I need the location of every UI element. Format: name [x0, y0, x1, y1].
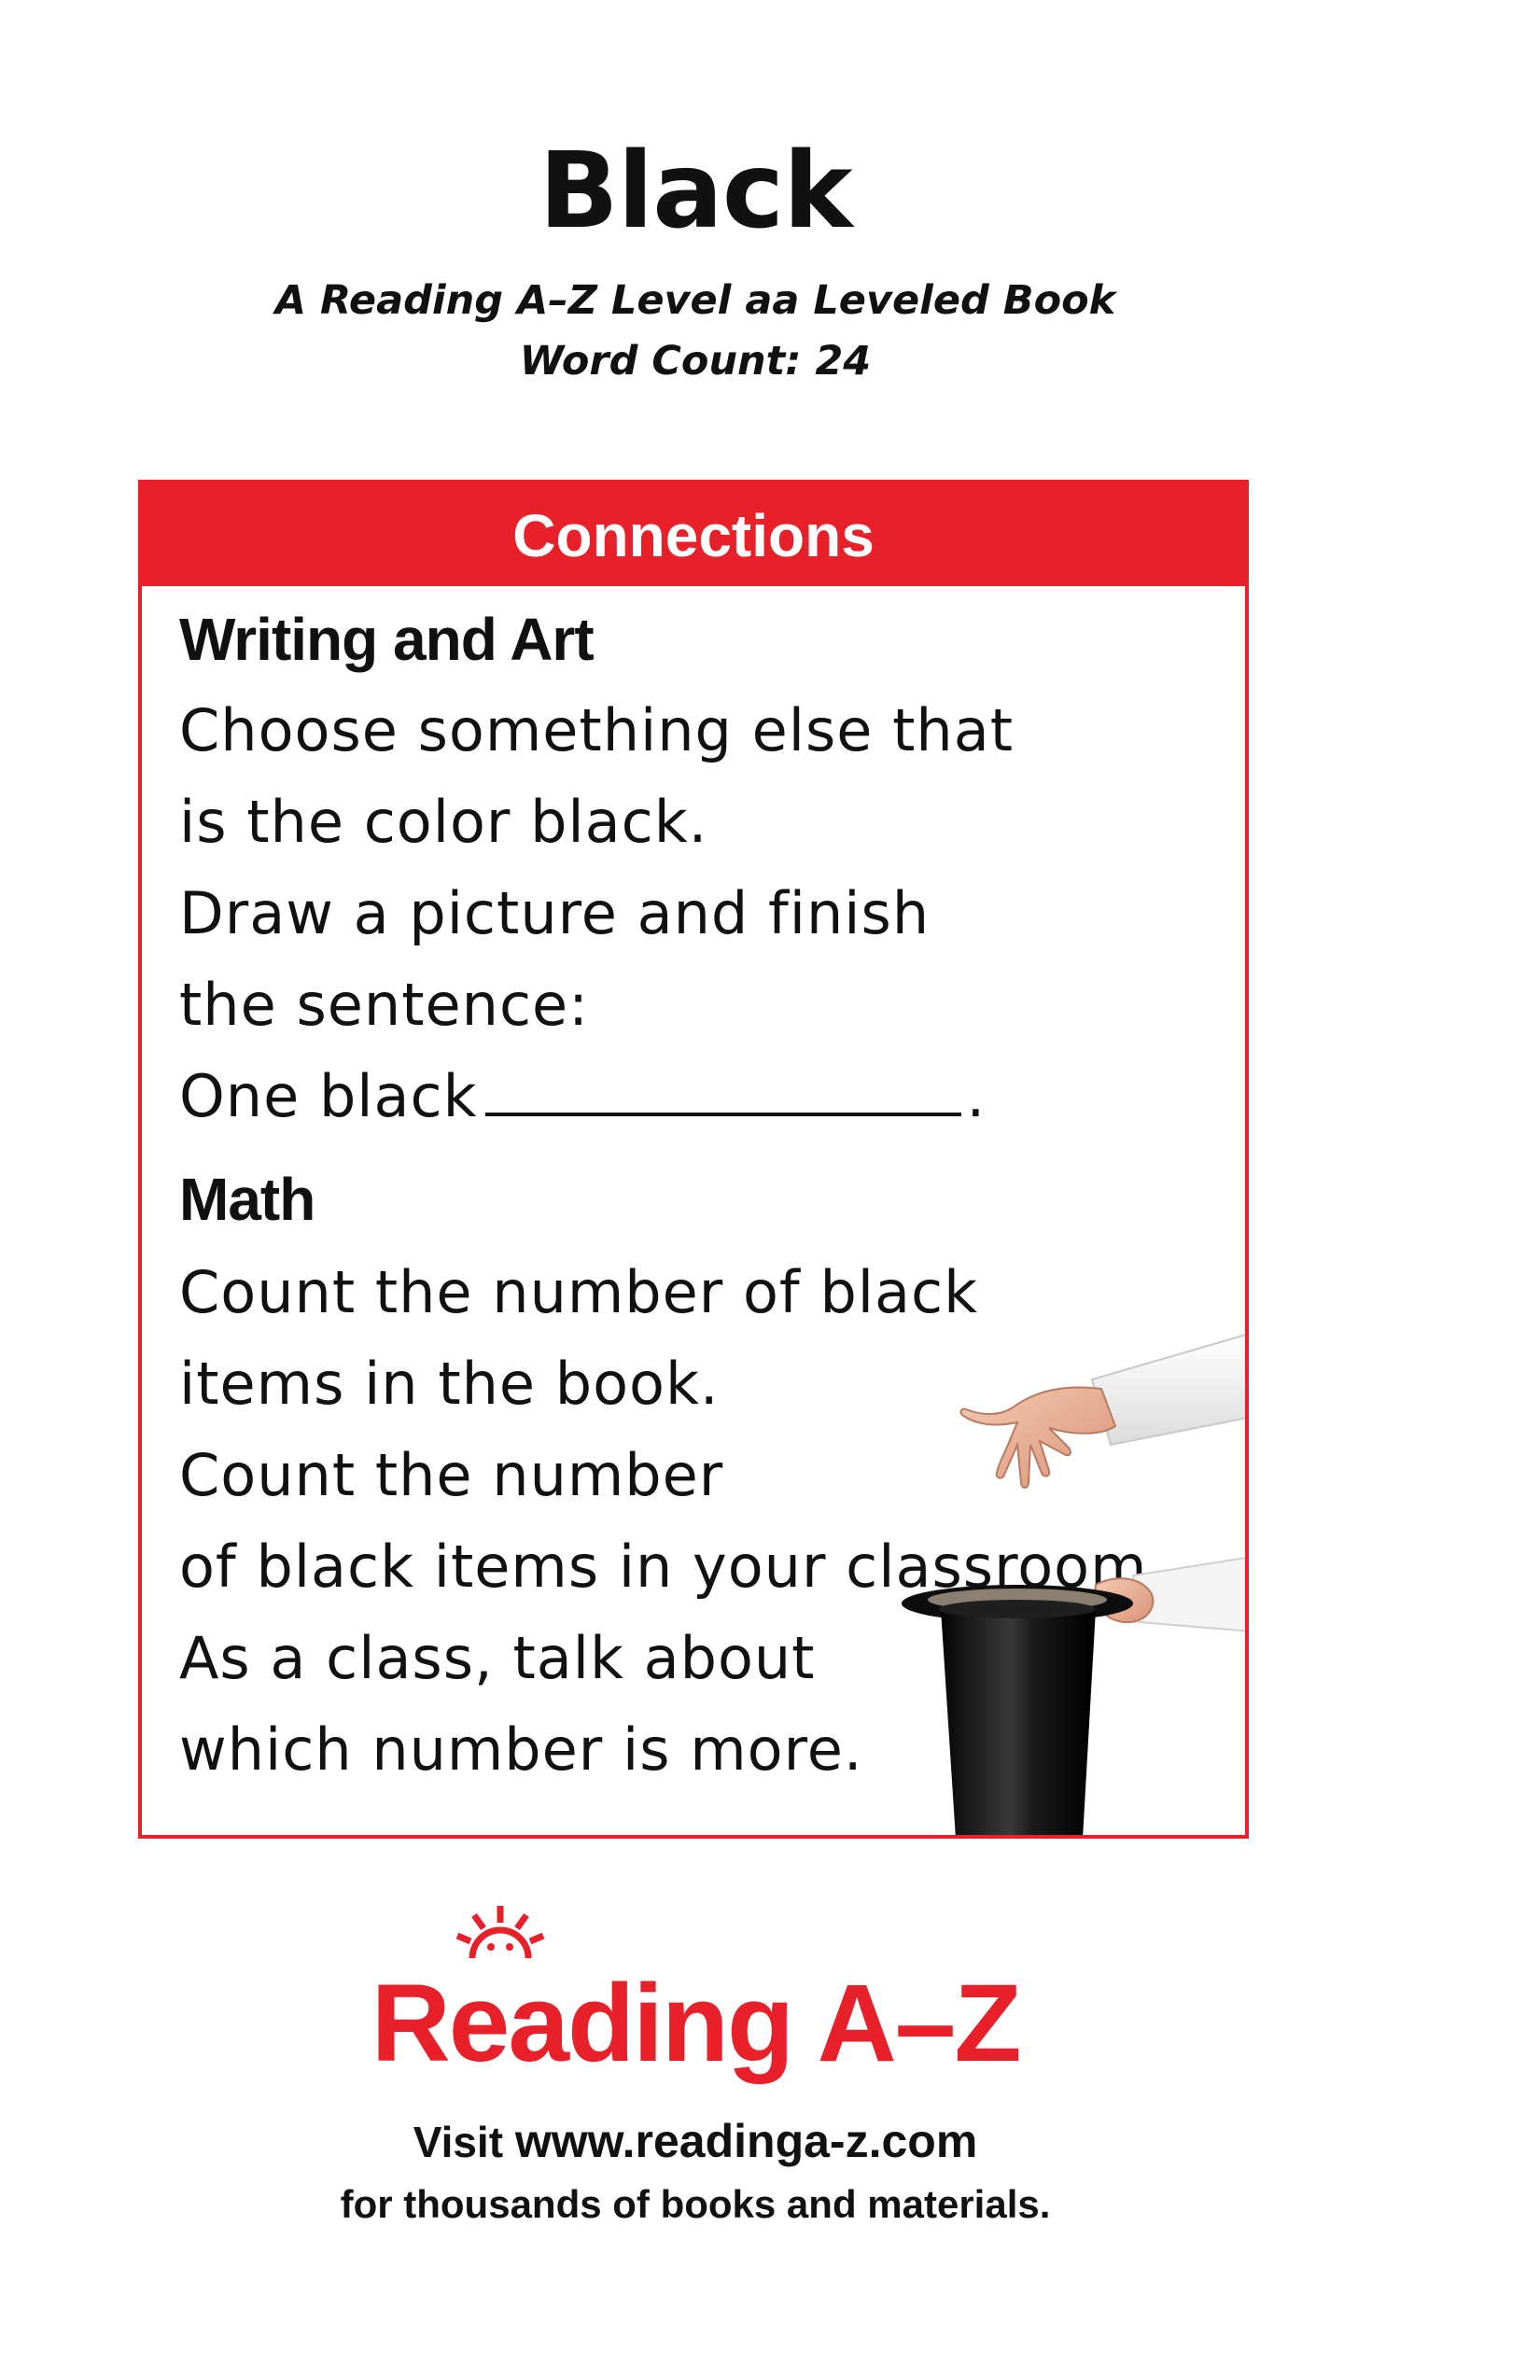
writing-line: Draw a picture and finish: [179, 879, 931, 947]
sentence-end: .: [966, 1062, 987, 1130]
answer-blank: [484, 1064, 961, 1116]
footer-tagline: for thousands of books and materials.: [340, 2182, 1051, 2226]
writing-line: the sentence:: [179, 971, 590, 1039]
connections-header: Connections: [142, 483, 1245, 586]
writing-line: is the color black.: [179, 788, 708, 856]
writing-line: Choose something else that: [179, 696, 1014, 764]
website-link[interactable]: www.readinga-z.com: [515, 2115, 977, 2167]
word-count: Word Count: 24: [519, 338, 872, 385]
sentence-start: One black: [179, 1062, 478, 1130]
sun-icon: [455, 1906, 544, 1959]
math-heading: Math: [179, 1166, 315, 1233]
magician-hand-icon: [959, 1334, 1245, 1489]
book-title: Black: [539, 131, 852, 252]
top-hat-icon: [902, 1557, 1245, 1835]
logo-text: Reading A–Z: [371, 1962, 1022, 2085]
connections-card: Connections Writing and Art Choose somet…: [138, 480, 1249, 1839]
math-line: Count the number of black: [179, 1258, 979, 1326]
math-line: which number is more.: [179, 1715, 863, 1784]
math-line: items in the book.: [179, 1350, 720, 1418]
writing-and-art-heading: Writing and Art: [179, 606, 595, 673]
math-line: Count the number: [179, 1441, 724, 1509]
book-subtitle: A Reading A–Z Level aa Leveled Book: [274, 277, 1116, 324]
reading-az-logo: Reading A–Z: [0, 1906, 1391, 2087]
visit-prefix: Visit: [413, 2118, 504, 2166]
visit-line: Visit www.readinga-z.com: [0, 2114, 1391, 2168]
fill-in-sentence: One black.: [179, 1062, 986, 1130]
math-line: As a class, talk about: [179, 1624, 816, 1692]
